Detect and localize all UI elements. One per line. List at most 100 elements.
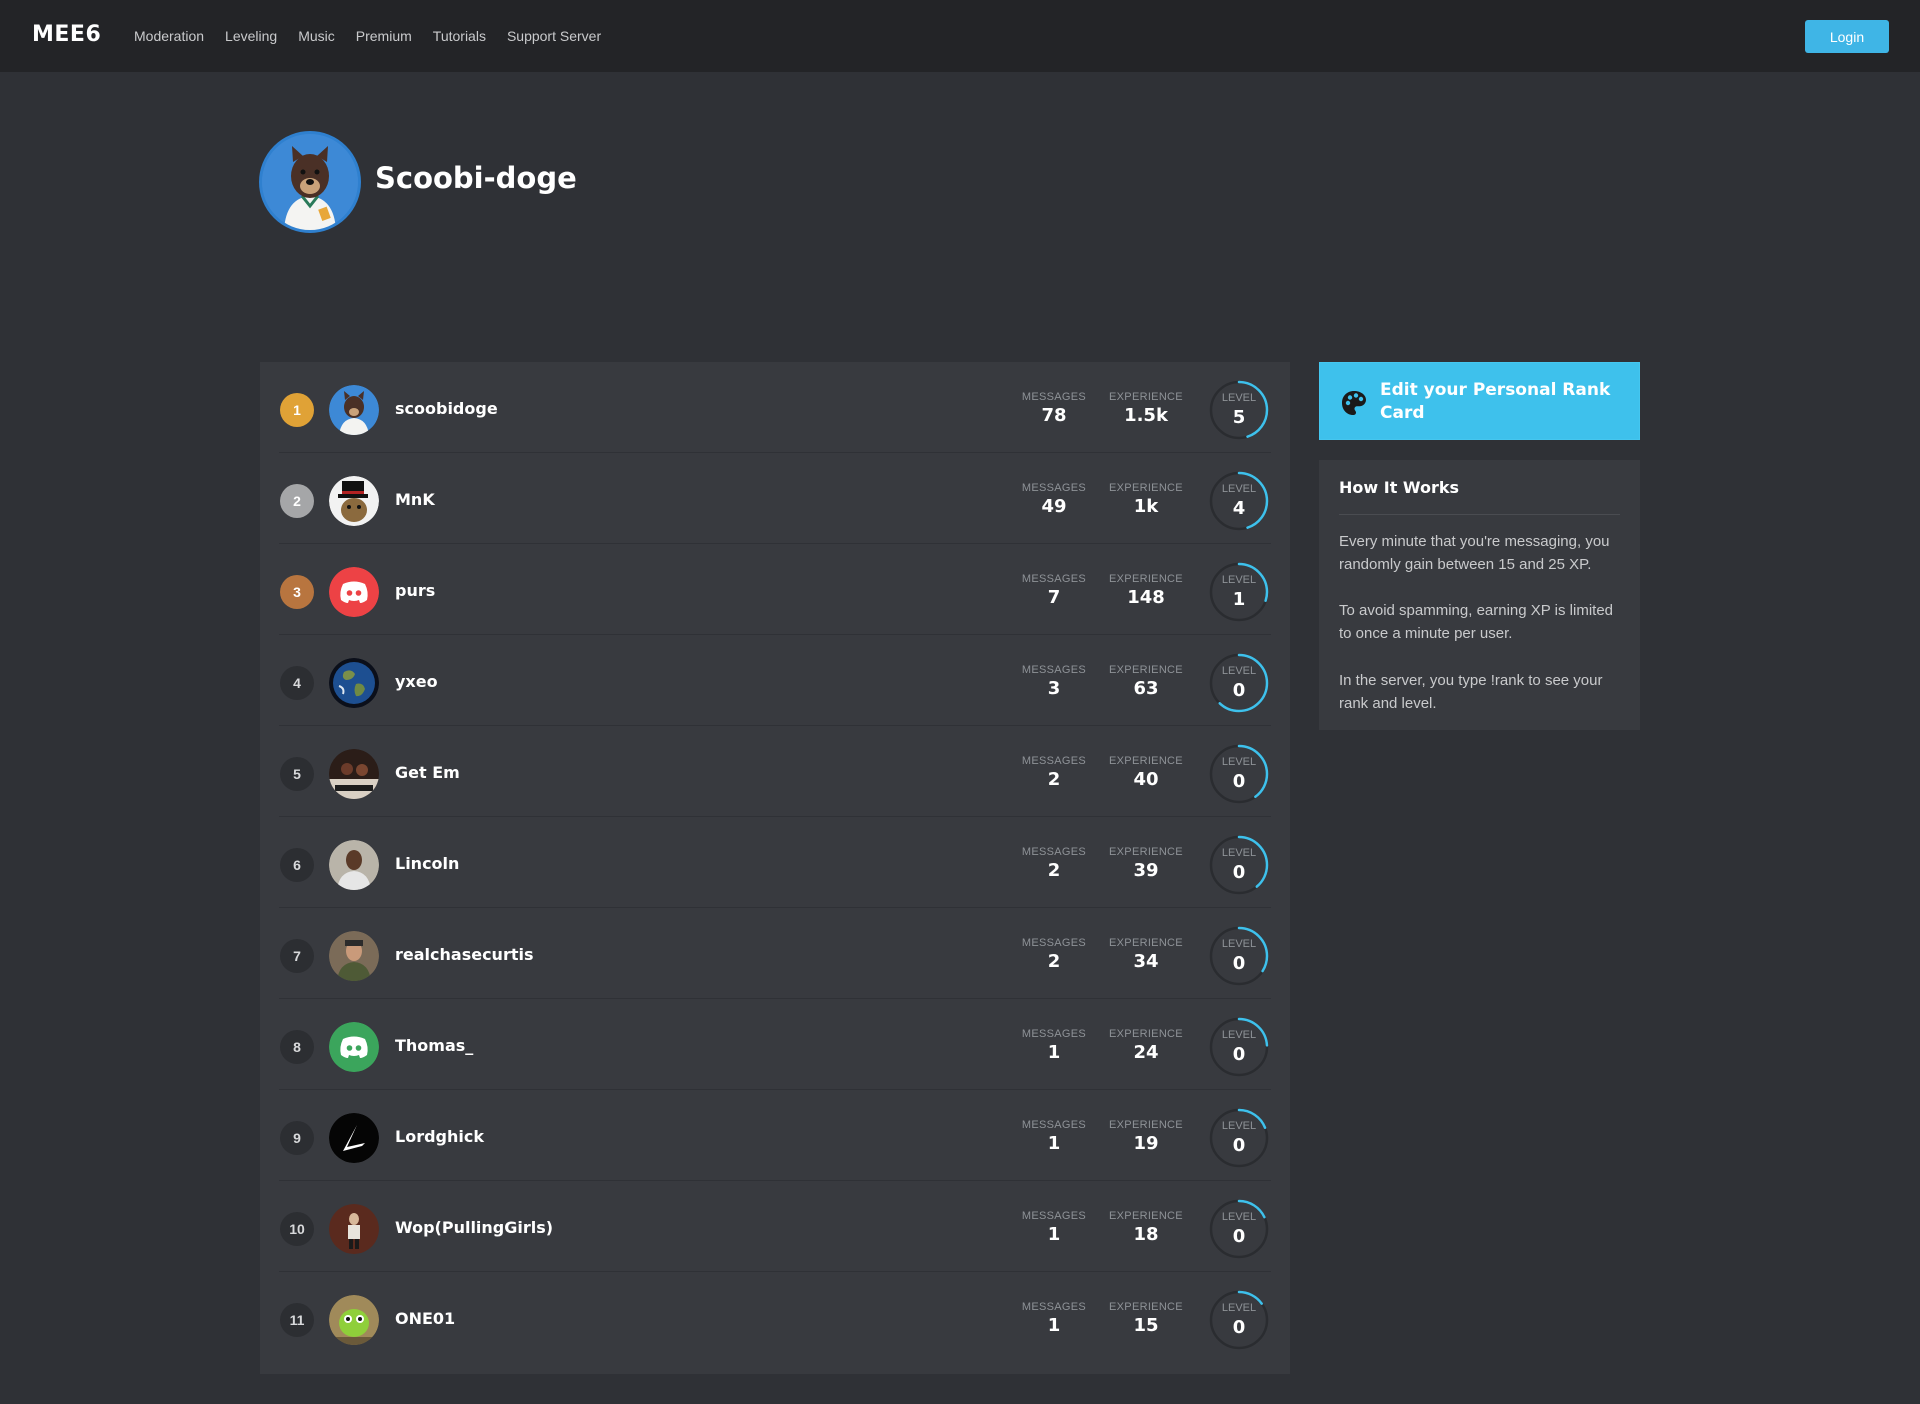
messages-stat: MESSAGES 49 xyxy=(1014,482,1094,517)
nav-link-moderation[interactable]: Moderation xyxy=(134,28,204,44)
experience-stat-label: EXPERIENCE xyxy=(1109,482,1183,494)
experience-stat: EXPERIENCE 63 xyxy=(1106,664,1186,699)
avatar[interactable] xyxy=(329,1295,379,1345)
leaderboard-row[interactable]: 3 purs MESSAGES 7 EXPERIENCE 148 LEVEL 1 xyxy=(279,544,1271,635)
experience-stat-label: EXPERIENCE xyxy=(1109,755,1183,767)
rank-badge: 4 xyxy=(280,666,314,700)
messages-stat-label: MESSAGES xyxy=(1021,1301,1087,1313)
divider xyxy=(1339,514,1620,515)
username[interactable]: Thomas_ xyxy=(395,1036,473,1055)
level-ring: LEVEL 4 xyxy=(1209,471,1269,531)
rank-badge: 5 xyxy=(280,757,314,791)
messages-stat-label: MESSAGES xyxy=(1021,846,1087,858)
leaderboard-row[interactable]: 6 Lincoln MESSAGES 2 EXPERIENCE 39 LEVEL 0 xyxy=(279,817,1271,908)
username[interactable]: Lordghick xyxy=(395,1127,484,1146)
messages-stat-value: 1 xyxy=(1047,1315,1061,1336)
level-value: 1 xyxy=(1232,589,1246,610)
experience-stat-value: 1k xyxy=(1133,496,1159,517)
level-value: 0 xyxy=(1232,1226,1246,1247)
rank-badge: 8 xyxy=(280,1030,314,1064)
messages-stat-label: MESSAGES xyxy=(1021,482,1087,494)
nav-link-leveling[interactable]: Leveling xyxy=(225,28,277,44)
experience-stat: EXPERIENCE 40 xyxy=(1106,755,1186,790)
rank-badge: 7 xyxy=(280,939,314,973)
username[interactable]: Wop(PullingGirls) xyxy=(395,1218,553,1237)
how-it-works-box: How It Works Every minute that you're me… xyxy=(1319,460,1640,730)
leaderboard-row[interactable]: 9 Lordghick MESSAGES 1 EXPERIENCE 19 LEVEL 0 xyxy=(279,1090,1271,1181)
messages-stat-label: MESSAGES xyxy=(1021,391,1087,403)
leaderboard-row[interactable]: 1 scoobidoge MESSAGES 78 EXPERIENCE 1.5k LEVE… xyxy=(279,362,1271,453)
messages-stat: MESSAGES 1 xyxy=(1014,1210,1094,1245)
brand-logo[interactable]: MEE6 xyxy=(32,22,101,47)
avatar[interactable] xyxy=(329,1113,379,1163)
experience-stat: EXPERIENCE 1k xyxy=(1106,482,1186,517)
avatar[interactable] xyxy=(329,476,379,526)
username[interactable]: purs xyxy=(395,581,435,600)
level-ring: LEVEL 1 xyxy=(1209,562,1269,622)
messages-stat-value: 78 xyxy=(1041,405,1067,426)
leaderboard-row[interactable]: 8 Thomas_ MESSAGES 1 EXPERIENCE 24 LEVEL 0 xyxy=(279,999,1271,1090)
experience-stat: EXPERIENCE 15 xyxy=(1106,1301,1186,1336)
experience-stat: EXPERIENCE 34 xyxy=(1106,937,1186,972)
rank-badge: 1 xyxy=(280,393,314,427)
level-value: 0 xyxy=(1232,953,1246,974)
username[interactable]: realchasecurtis xyxy=(395,945,534,964)
avatar[interactable] xyxy=(329,931,379,981)
experience-stat-value: 24 xyxy=(1133,1042,1159,1063)
messages-stat-label: MESSAGES xyxy=(1021,664,1087,676)
palette-icon xyxy=(1342,391,1366,415)
login-button[interactable]: Login xyxy=(1805,20,1889,53)
experience-stat-label: EXPERIENCE xyxy=(1109,664,1183,676)
leaderboard-row[interactable]: 5 Get Em MESSAGES 2 EXPERIENCE 40 LEVEL 0 xyxy=(279,726,1271,817)
avatar[interactable] xyxy=(329,385,379,435)
level-ring: LEVEL 0 xyxy=(1209,1199,1269,1259)
edit-rank-card-button[interactable]: Edit your Personal Rank Card xyxy=(1319,362,1640,440)
messages-stat: MESSAGES 2 xyxy=(1014,755,1094,790)
rank-badge: 3 xyxy=(280,575,314,609)
experience-stat: EXPERIENCE 18 xyxy=(1106,1210,1186,1245)
avatar[interactable] xyxy=(329,658,379,708)
leaderboard-row[interactable]: 11 ONE01 MESSAGES 1 EXPERIENCE 15 LEVEL 0 xyxy=(279,1272,1271,1363)
username[interactable]: Lincoln xyxy=(395,854,459,873)
username[interactable]: yxeo xyxy=(395,672,438,691)
avatar[interactable] xyxy=(329,840,379,890)
level-ring: LEVEL 0 xyxy=(1209,835,1269,895)
experience-stat-value: 40 xyxy=(1133,769,1159,790)
experience-stat-value: 148 xyxy=(1127,587,1165,608)
messages-stat-value: 2 xyxy=(1047,860,1061,881)
top-navbar: MEE6 Moderation Leveling Music Premium T… xyxy=(0,0,1920,72)
leaderboard-row[interactable]: 10 Wop(PullingGirls) MESSAGES 1 EXPERIENCE 18… xyxy=(279,1181,1271,1272)
nav-link-music[interactable]: Music xyxy=(298,28,335,44)
level-value: 0 xyxy=(1232,862,1246,883)
level-value: 0 xyxy=(1232,1135,1246,1156)
avatar[interactable] xyxy=(329,1204,379,1254)
level-label: LEVEL xyxy=(1221,1029,1257,1041)
level-ring: LEVEL 0 xyxy=(1209,1108,1269,1168)
level-label: LEVEL xyxy=(1221,1211,1257,1223)
nav-link-tutorials[interactable]: Tutorials xyxy=(433,28,486,44)
level-label: LEVEL xyxy=(1221,483,1257,495)
experience-stat: EXPERIENCE 148 xyxy=(1106,573,1186,608)
username[interactable]: Get Em xyxy=(395,763,460,782)
level-value: 4 xyxy=(1232,498,1246,519)
nav-link-support-server[interactable]: Support Server xyxy=(507,28,601,44)
leaderboard-row[interactable]: 2 MnK MESSAGES 49 EXPERIENCE 1k LEVEL 4 xyxy=(279,453,1271,544)
leaderboard-row[interactable]: 4 yxeo MESSAGES 3 EXPERIENCE 63 LEVEL 0 xyxy=(279,635,1271,726)
rank-badge: 6 xyxy=(280,848,314,882)
messages-stat-label: MESSAGES xyxy=(1021,573,1087,585)
rank-badge: 2 xyxy=(280,484,314,518)
messages-stat: MESSAGES 1 xyxy=(1014,1028,1094,1063)
messages-stat: MESSAGES 7 xyxy=(1014,573,1094,608)
avatar[interactable] xyxy=(329,749,379,799)
avatar[interactable] xyxy=(329,1022,379,1072)
experience-stat-value: 39 xyxy=(1133,860,1159,881)
messages-stat: MESSAGES 1 xyxy=(1014,1301,1094,1336)
username[interactable]: scoobidoge xyxy=(395,399,498,418)
username[interactable]: ONE01 xyxy=(395,1309,455,1328)
avatar[interactable] xyxy=(329,567,379,617)
nav-links: Moderation Leveling Music Premium Tutori… xyxy=(134,28,622,44)
nav-link-premium[interactable]: Premium xyxy=(356,28,412,44)
leaderboard-row[interactable]: 7 realchasecurtis MESSAGES 2 EXPERIENCE 34 LE… xyxy=(279,908,1271,999)
messages-stat-label: MESSAGES xyxy=(1021,1210,1087,1222)
username[interactable]: MnK xyxy=(395,490,435,509)
